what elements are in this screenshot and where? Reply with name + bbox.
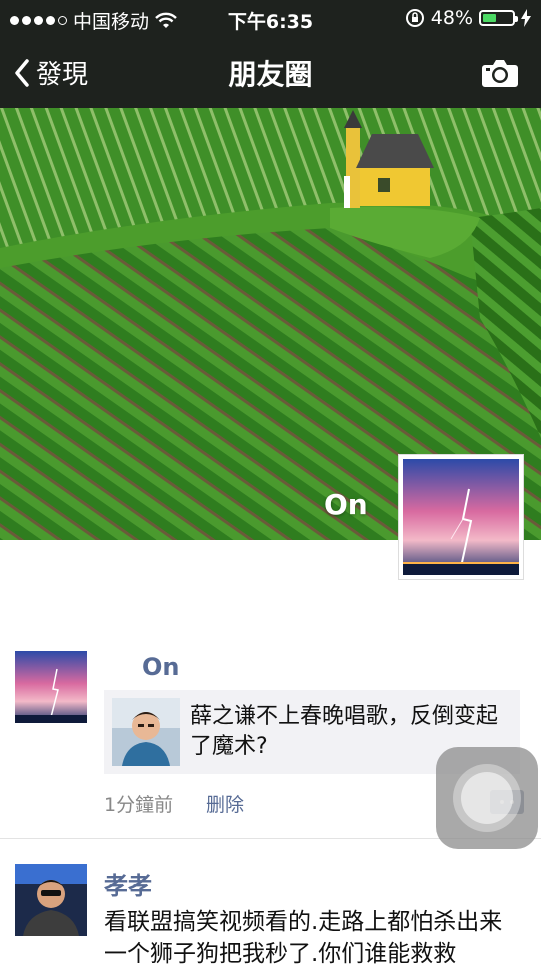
- person-avatar-image: [15, 864, 87, 936]
- rotation-lock-icon: [405, 9, 424, 27]
- delete-link[interactable]: 删除: [206, 790, 244, 817]
- battery-percent: 48%: [430, 7, 473, 29]
- charging-bolt-icon: [521, 9, 531, 27]
- post-avatar[interactable]: [15, 864, 87, 936]
- lightning-avatar-image: [403, 459, 519, 575]
- lightning-avatar-image: [15, 651, 87, 723]
- nav-bar: 發現 朋友圈: [0, 36, 541, 108]
- cover-user-name: On: [324, 488, 368, 521]
- camera-icon: [482, 60, 518, 87]
- battery-icon: [479, 10, 518, 26]
- post-avatar[interactable]: [15, 651, 87, 723]
- post-author-name[interactable]: 孝孝: [104, 866, 152, 901]
- post-text: 看联盟搞笑视频看的.走路上都怕杀出来一个狮子狗把我秒了.你们谁能救救: [104, 909, 503, 967]
- cover-avatar[interactable]: [398, 454, 524, 580]
- post-author-name[interactable]: On: [142, 653, 180, 681]
- status-bar: 中国移动 下午6:35 48%: [0, 0, 541, 36]
- camera-button[interactable]: [481, 58, 519, 92]
- status-right: 48%: [405, 7, 531, 29]
- post-timestamp: 1分鐘前: [104, 794, 174, 816]
- page-title: 朋友圈: [228, 58, 313, 91]
- assistive-touch-button[interactable]: [436, 747, 538, 849]
- shared-link-thumbnail: [112, 698, 180, 766]
